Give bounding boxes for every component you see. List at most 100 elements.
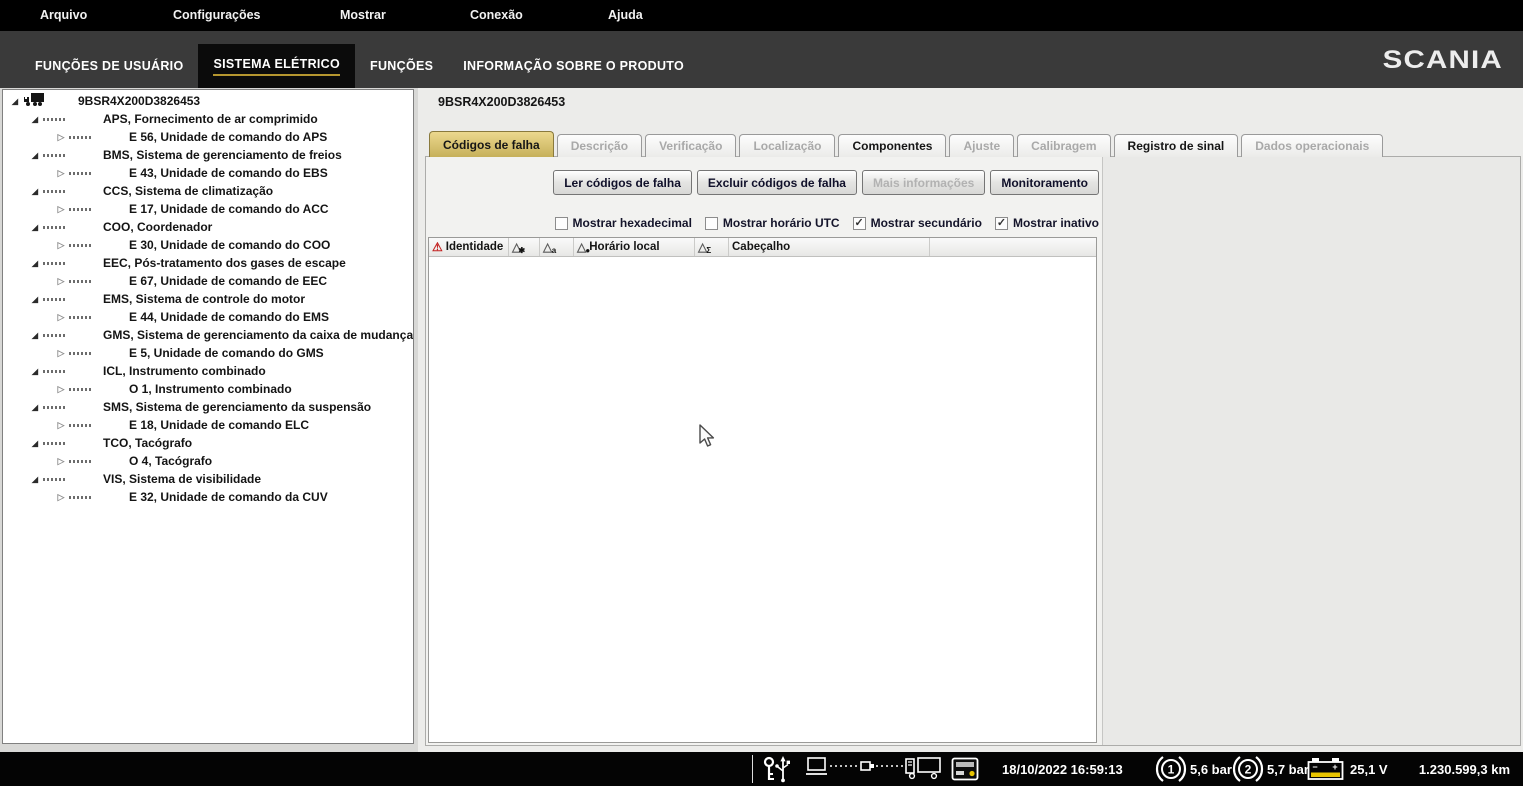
tree-label[interactable]: BMS, Sistema de gerenciamento de freios [103,148,342,162]
checkbox-mostrar-horario-utc[interactable]: Mostrar horário UTC [705,216,840,230]
clear-fault-codes-button[interactable]: Excluir códigos de falha [697,170,857,195]
tree-item-e67[interactable]: ▷ E 67, Unidade de comando de EEC [3,272,413,290]
checkbox-checked[interactable]: ✓ [995,217,1008,230]
tree-item-e18[interactable]: ▷ E 18, Unidade de comando ELC [3,416,413,434]
nav-tab-funcoes-usuario[interactable]: FUNÇÕES DE USUÁRIO [20,44,198,88]
tree-item-eec[interactable]: ◢ EEC, Pós-tratamento dos gases de escape [3,254,413,272]
tree-item-e43[interactable]: ▷ E 43, Unidade de comando do EBS [3,164,413,182]
tree-expander[interactable]: ◢ [29,115,41,124]
tree-item-e44[interactable]: ▷ E 44, Unidade de comando do EMS [3,308,413,326]
tree-label[interactable]: EMS, Sistema de controle do motor [103,292,305,306]
tab-componentes[interactable]: Componentes [838,134,946,157]
tree-expander[interactable]: ▷ [55,312,67,323]
tree-expander[interactable]: ▷ [55,240,67,251]
tree-expander[interactable]: ◢ [29,367,41,376]
checkbox-checked[interactable]: ✓ [853,217,866,230]
read-fault-codes-button[interactable]: Ler códigos de falha [553,170,692,195]
tab-registro-de-sinal[interactable]: Registro de sinal [1114,134,1239,157]
menu-arquivo[interactable]: Arquivo [32,0,95,31]
tree-item-ems[interactable]: ◢ EMS, Sistema de controle do motor [3,290,413,308]
tree-expander[interactable]: ▷ [55,384,67,395]
tree-item-icl[interactable]: ◢ ICL, Instrumento combinado [3,362,413,380]
tree-item-e56[interactable]: ▷ E 56, Unidade de comando do APS [3,128,413,146]
tree-label[interactable]: O 1, Instrumento combinado [129,382,292,396]
tree-label[interactable]: E 18, Unidade de comando ELC [129,418,309,432]
vehicle-id-title: 9BSR4X200D3826453 [438,95,565,109]
column-horario-local[interactable]: △● Horário local [574,238,695,256]
tree-item-aps[interactable]: ◢ APS, Fornecimento de ar comprimido [3,110,413,128]
tree-item-e30[interactable]: ▷ E 30, Unidade de comando do COO [3,236,413,254]
tree-item-ccs[interactable]: ◢ CCS, Sistema de climatização [3,182,413,200]
tree-expander[interactable]: ◢ [29,439,41,448]
tree-label[interactable]: E 67, Unidade de comando de EEC [129,274,327,288]
column-count[interactable]: △Σ [695,238,729,256]
tree-item-o1[interactable]: ▷ O 1, Instrumento combinado [3,380,413,398]
tree-label[interactable]: O 4, Tacógrafo [129,454,212,468]
nav-tab-sistema-eletrico[interactable]: SISTEMA ELÉTRICO [198,44,355,88]
tree-expander[interactable]: ◢ [29,151,41,160]
menu-configuracoes[interactable]: Configurações [165,0,269,31]
tree-expander[interactable]: ◢ [29,331,41,340]
tree-label[interactable]: E 43, Unidade de comando do EBS [129,166,328,180]
tree-expander[interactable]: ▷ [55,492,67,503]
tree-expander[interactable]: ◢ [29,475,41,484]
tree-label[interactable]: 9BSR4X200D3826453 [78,94,200,108]
tree-expander[interactable]: ▷ [55,276,67,287]
tree-item-e17[interactable]: ▷ E 17, Unidade de comando do ACC [3,200,413,218]
tree-expander[interactable]: ◢ [29,187,41,196]
tree-label[interactable]: ICL, Instrumento combinado [103,364,266,378]
menu-ajuda[interactable]: Ajuda [600,0,651,31]
column-cabecalho[interactable]: Cabeçalho [729,238,930,256]
column-gear-status[interactable]: △✱ [509,238,540,256]
tree-label[interactable]: COO, Coordenador [103,220,212,234]
checkbox-mostrar-inativo[interactable]: ✓ Mostrar inativo [995,216,1099,230]
checkbox-mostrar-secundario[interactable]: ✓ Mostrar secundário [853,216,982,230]
tree-item-o4[interactable]: ▷ O 4, Tacógrafo [3,452,413,470]
tree-item-e32[interactable]: ▷ E 32, Unidade de comando da CUV [3,488,413,506]
column-identidade[interactable]: ⚠ Identidade [429,238,509,256]
tree-root-vehicle[interactable]: ◢ 9BSR4X200D3826453 [3,92,413,110]
tree-expander[interactable]: ▷ [55,204,67,215]
tree-expander[interactable]: ▷ [55,132,67,143]
checkbox-mostrar-hexadecimal[interactable]: Mostrar hexadecimal [555,216,692,230]
tree-label[interactable]: CCS, Sistema de climatização [103,184,273,198]
tree-item-coo[interactable]: ◢ COO, Coordenador [3,218,413,236]
tree-expander[interactable]: ▷ [55,420,67,431]
tree-item-sms[interactable]: ◢ SMS, Sistema de gerenciamento da suspen… [3,398,413,416]
tree-expander[interactable]: ◢ [9,97,21,106]
tree-label[interactable]: EEC, Pós-tratamento dos gases de escape [103,256,346,270]
tree-label[interactable]: E 17, Unidade de comando do ACC [129,202,329,216]
system-icon [43,118,65,121]
tree-item-vis[interactable]: ◢ VIS, Sistema de visibilidade [3,470,413,488]
checkbox-unchecked[interactable] [705,217,718,230]
tree-label[interactable]: TCO, Tacógrafo [103,436,192,450]
tree-label[interactable]: VIS, Sistema de visibilidade [103,472,261,486]
tree-expander[interactable]: ◢ [29,403,41,412]
tree-label[interactable]: E 30, Unidade de comando do COO [129,238,330,252]
tree-item-e5[interactable]: ▷ E 5, Unidade de comando do GMS [3,344,413,362]
tree-item-bms[interactable]: ◢ BMS, Sistema de gerenciamento de freios [3,146,413,164]
monitoring-button[interactable]: Monitoramento [990,170,1099,195]
tree-expander[interactable]: ▷ [55,348,67,359]
tree-label[interactable]: E 32, Unidade de comando da CUV [129,490,328,504]
tab-codigos-de-falha[interactable]: Códigos de falha [429,131,554,157]
nav-tab-funcoes[interactable]: FUNÇÕES [355,44,448,88]
menu-mostrar[interactable]: Mostrar [332,0,394,31]
checkbox-unchecked[interactable] [555,217,568,230]
nav-tab-informacao-produto[interactable]: INFORMAÇÃO SOBRE O PRODUTO [448,44,699,88]
tree-label[interactable]: E 56, Unidade de comando do APS [129,130,327,144]
tree-label[interactable]: E 44, Unidade de comando do EMS [129,310,329,324]
tree-label[interactable]: APS, Fornecimento de ar comprimido [103,112,318,126]
tree-expander[interactable]: ◢ [29,259,41,268]
tree-label[interactable]: GMS, Sistema de gerenciamento da caixa d… [103,328,414,342]
tree-expander[interactable]: ▷ [55,168,67,179]
menu-conexao[interactable]: Conexão [462,0,531,31]
tree-item-gms[interactable]: ◢ GMS, Sistema de gerenciamento da caixa … [3,326,413,344]
tree-item-tco[interactable]: ◢ TCO, Tacógrafo [3,434,413,452]
column-active-status[interactable]: △a [540,238,574,256]
tree-expander[interactable]: ▷ [55,456,67,467]
tree-label[interactable]: E 5, Unidade de comando do GMS [129,346,324,360]
tree-expander[interactable]: ◢ [29,295,41,304]
tree-label[interactable]: SMS, Sistema de gerenciamento da suspens… [103,400,371,414]
tree-expander[interactable]: ◢ [29,223,41,232]
